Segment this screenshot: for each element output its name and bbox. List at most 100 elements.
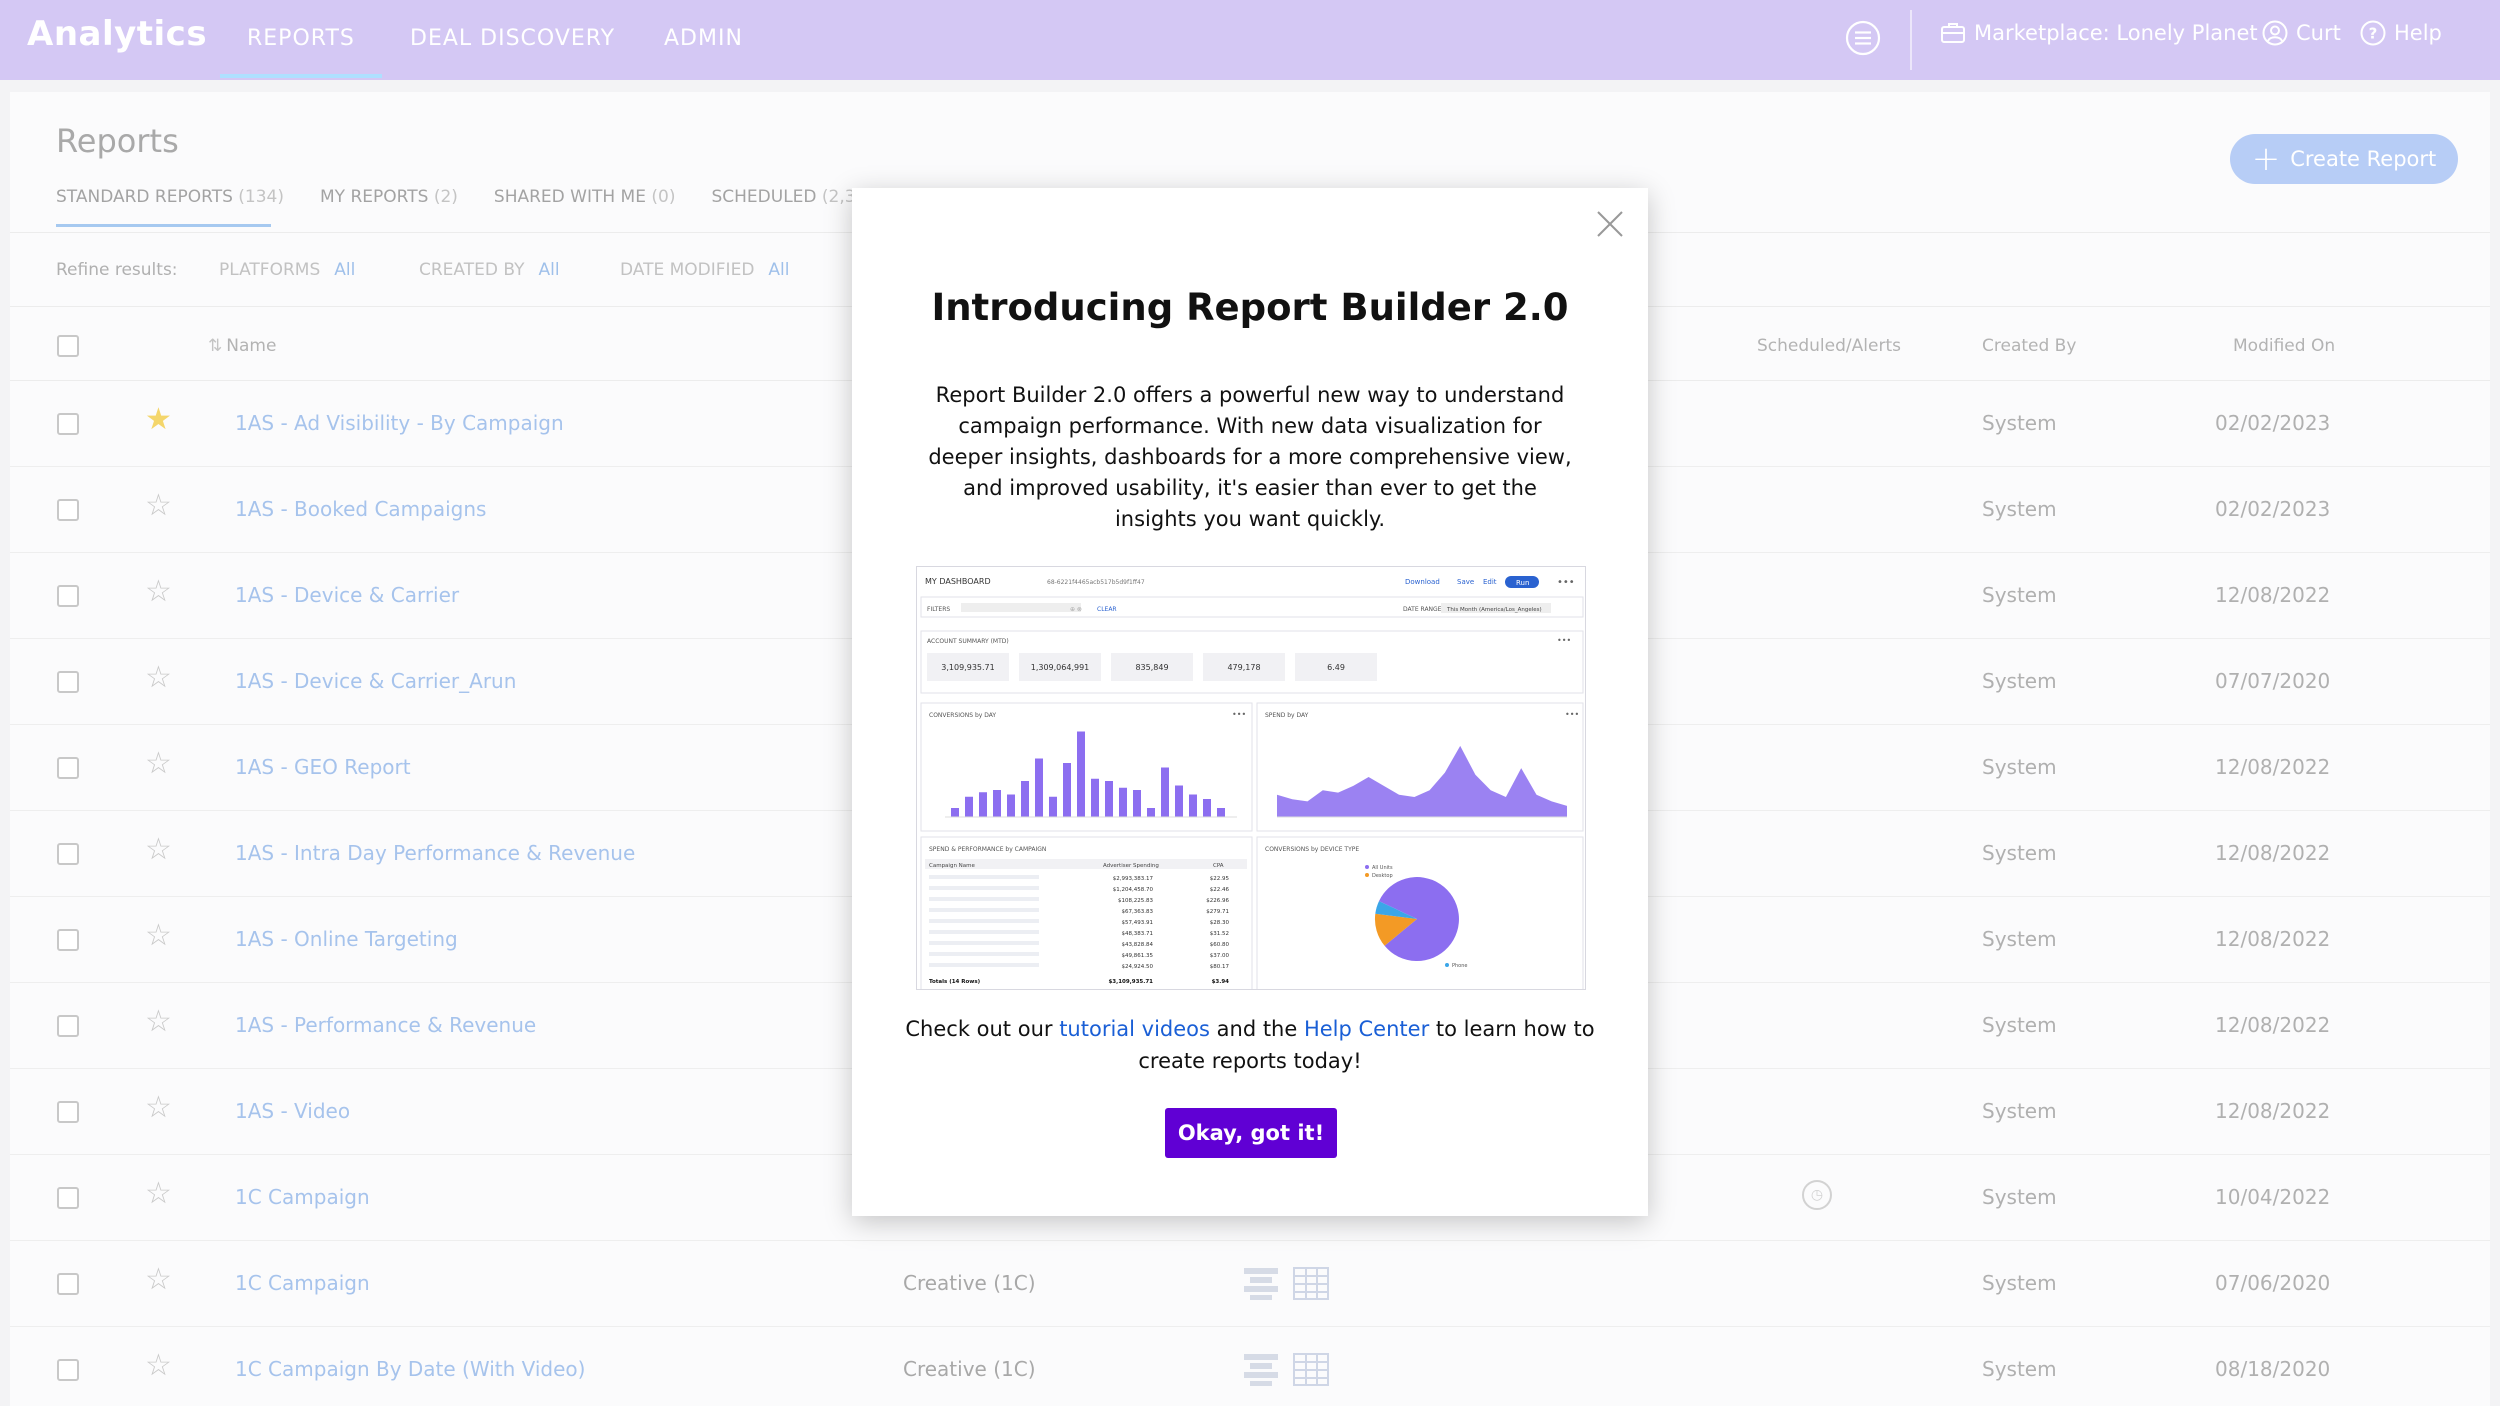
row-checkbox[interactable] bbox=[57, 1101, 79, 1123]
user-menu[interactable]: Curt bbox=[2262, 20, 2341, 46]
app-logo[interactable]: Analytics bbox=[27, 14, 207, 54]
favorite-star-icon[interactable]: ☆ bbox=[145, 1351, 172, 1381]
report-name-link[interactable]: 1C Campaign bbox=[235, 1185, 370, 1209]
preview-bar bbox=[993, 790, 1001, 817]
report-name-link[interactable]: 1AS - Booked Campaigns bbox=[235, 497, 486, 521]
column-header-modified-on[interactable]: Modified On bbox=[2233, 336, 2335, 356]
report-builder-modal: Introducing Report Builder 2.0 Report Bu… bbox=[852, 188, 1648, 1216]
row-checkbox[interactable] bbox=[57, 757, 79, 779]
report-name-link[interactable]: 1AS - Video bbox=[235, 1099, 350, 1123]
create-report-button[interactable]: + Create Report bbox=[2230, 134, 2458, 184]
help-link[interactable]: ? Help bbox=[2360, 20, 2442, 46]
preview-table-total: $3.94 bbox=[1212, 979, 1230, 985]
report-modified-date: 10/04/2022 bbox=[2215, 1185, 2331, 1209]
okay-got-it-button[interactable]: Okay, got it! bbox=[1165, 1108, 1337, 1158]
preview-bar bbox=[1119, 787, 1127, 817]
favorite-star-icon[interactable]: ☆ bbox=[145, 835, 172, 865]
favorite-star-icon[interactable]: ☆ bbox=[145, 663, 172, 693]
favorite-star-icon[interactable]: ☆ bbox=[145, 1265, 172, 1295]
filter-platforms[interactable]: PLATFORMS All bbox=[219, 260, 355, 280]
preview-kpi-value: 1,309,064,991 bbox=[1031, 663, 1090, 672]
menu-button[interactable] bbox=[1845, 20, 1881, 56]
row-checkbox[interactable] bbox=[57, 1273, 79, 1295]
help-center-link[interactable]: Help Center bbox=[1304, 1017, 1429, 1041]
nav-tab-deal-discovery[interactable]: DEAL DISCOVERY bbox=[410, 26, 615, 51]
preview-filter-icons: ⊕ ⊗ bbox=[1070, 606, 1082, 613]
preview-table-cell: $226.96 bbox=[1206, 898, 1229, 904]
marketplace-selector[interactable]: Marketplace: Lonely Planet bbox=[1940, 20, 2258, 46]
close-icon[interactable] bbox=[1592, 206, 1628, 242]
nav-tab-reports[interactable]: REPORTS bbox=[247, 26, 355, 51]
report-created-by: System bbox=[1982, 411, 2057, 435]
column-header-name[interactable]: ⇅ Name bbox=[208, 336, 276, 356]
favorite-star-icon[interactable]: ☆ bbox=[145, 1179, 172, 1209]
marketplace-label: Marketplace: Lonely Planet bbox=[1974, 21, 2258, 45]
svg-text:•••: ••• bbox=[1232, 710, 1246, 719]
report-name-link[interactable]: 1AS - Performance & Revenue bbox=[235, 1013, 536, 1037]
tab-active-indicator bbox=[56, 224, 271, 227]
row-checkbox[interactable] bbox=[57, 499, 79, 521]
preview-bar bbox=[1217, 808, 1225, 817]
report-name-link[interactable]: 1AS - Intra Day Performance & Revenue bbox=[235, 841, 635, 865]
tab-standard-reports[interactable]: STANDARD REPORTS (134) bbox=[56, 187, 284, 207]
preview-panel-device: CONVERSIONS by DEVICE TYPE bbox=[1265, 846, 1359, 853]
column-header-scheduled[interactable]: Scheduled/Alerts bbox=[1757, 336, 1901, 356]
report-name-link[interactable]: 1AS - Device & Carrier_Arun bbox=[235, 669, 516, 693]
favorite-star-icon[interactable]: ★ bbox=[145, 405, 172, 435]
filter-created-by[interactable]: CREATED BY All bbox=[419, 260, 560, 280]
preview-table-cell: $279.71 bbox=[1206, 909, 1229, 915]
favorite-star-icon[interactable]: ☆ bbox=[145, 749, 172, 779]
report-modified-date: 12/08/2022 bbox=[2215, 841, 2331, 865]
preview-table-bar bbox=[929, 908, 1039, 912]
topbar-divider bbox=[1910, 10, 1912, 70]
row-checkbox[interactable] bbox=[57, 1359, 79, 1381]
nav-tab-admin[interactable]: ADMIN bbox=[664, 26, 743, 51]
nav-tab-active-indicator bbox=[220, 74, 382, 78]
table-row[interactable]: ☆ 1C Campaign Creative (1C) System 07/06/202… bbox=[10, 1241, 2490, 1327]
report-created-by: System bbox=[1982, 1185, 2057, 1209]
preview-legend-label: Phone bbox=[1452, 963, 1468, 969]
dashboard-preview-image: MY DASHBOARD 68-6221f4465acb517b5d9f1ff4… bbox=[916, 566, 1586, 990]
row-checkbox[interactable] bbox=[57, 1015, 79, 1037]
modal-title: Introducing Report Builder 2.0 bbox=[931, 286, 1569, 329]
report-modified-date: 12/08/2022 bbox=[2215, 927, 2331, 951]
favorite-star-icon[interactable]: ☆ bbox=[145, 1093, 172, 1123]
select-all-checkbox[interactable] bbox=[57, 335, 79, 357]
preview-filter-box bbox=[961, 603, 1081, 612]
tab-shared-with-me[interactable]: SHARED WITH ME (0) bbox=[494, 187, 676, 207]
report-name-link[interactable]: 1C Campaign By Date (With Video) bbox=[235, 1357, 585, 1381]
filter-date-modified[interactable]: DATE MODIFIED All bbox=[620, 260, 789, 280]
preview-panel-conversions: CONVERSIONS by DAY bbox=[929, 712, 996, 719]
favorite-star-icon[interactable]: ☆ bbox=[145, 577, 172, 607]
preview-bar bbox=[1161, 767, 1169, 817]
scheduled-alert-icon[interactable]: ◷ bbox=[1802, 1180, 1832, 1210]
tutorial-videos-link[interactable]: tutorial videos bbox=[1059, 1017, 1210, 1041]
report-name-link[interactable]: 1AS - GEO Report bbox=[235, 755, 411, 779]
preview-table-cell: $108,225.83 bbox=[1118, 898, 1153, 904]
preview-bar bbox=[951, 808, 959, 817]
preview-table-cell: $48,383.71 bbox=[1122, 931, 1154, 937]
report-created-by: System bbox=[1982, 1099, 2057, 1123]
preview-table-col: CPA bbox=[1213, 863, 1224, 869]
preview-legend-dot bbox=[1365, 865, 1369, 869]
column-header-created-by[interactable]: Created By bbox=[1982, 336, 2076, 356]
favorite-star-icon[interactable]: ☆ bbox=[145, 491, 172, 521]
row-checkbox[interactable] bbox=[57, 585, 79, 607]
report-name-link[interactable]: 1AS - Ad Visibility - By Campaign bbox=[235, 411, 564, 435]
report-name-link[interactable]: 1AS - Online Targeting bbox=[235, 927, 458, 951]
preview-table-cell: $2,993,383.17 bbox=[1113, 876, 1154, 882]
row-checkbox[interactable] bbox=[57, 1187, 79, 1209]
row-checkbox[interactable] bbox=[57, 929, 79, 951]
favorite-star-icon[interactable]: ☆ bbox=[145, 921, 172, 951]
tab-my-reports[interactable]: MY REPORTS (2) bbox=[320, 187, 458, 207]
row-checkbox[interactable] bbox=[57, 671, 79, 693]
report-name-link[interactable]: 1C Campaign bbox=[235, 1271, 370, 1295]
row-checkbox[interactable] bbox=[57, 413, 79, 435]
table-row[interactable]: ☆ 1C Campaign By Date (With Video) Creativ… bbox=[10, 1327, 2490, 1406]
preview-legend-dot bbox=[1365, 873, 1369, 877]
top-nav-bar: Analytics REPORTS DEAL DISCOVERY ADMIN M… bbox=[0, 0, 2500, 80]
row-checkbox[interactable] bbox=[57, 843, 79, 865]
preview-bar bbox=[1105, 781, 1113, 817]
report-name-link[interactable]: 1AS - Device & Carrier bbox=[235, 583, 459, 607]
favorite-star-icon[interactable]: ☆ bbox=[145, 1007, 172, 1037]
